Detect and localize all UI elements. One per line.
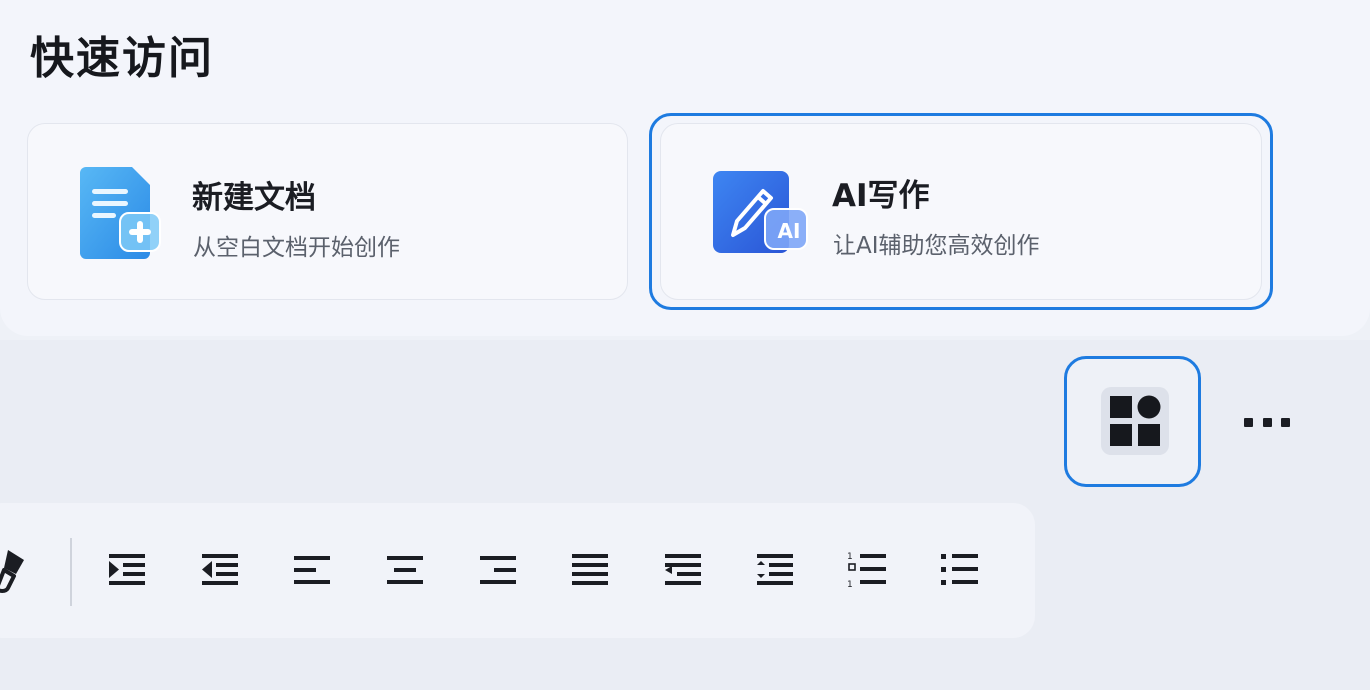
new-document-icon <box>80 167 161 259</box>
ai-writing-card-focus-ring: AI AI写作 让AI辅助您高效创作 <box>649 113 1273 310</box>
quick-access-panel: 快速访问 新建文档 从空白文档开始创作 AI AI写作 让AI辅助您高效创作 <box>0 0 1370 336</box>
apps-button-bg <box>1101 387 1169 455</box>
more-dot <box>1281 417 1290 427</box>
more-button[interactable] <box>1244 410 1290 434</box>
line-spacing-icon[interactable] <box>753 548 797 592</box>
align-left-icon[interactable] <box>290 548 334 592</box>
more-dot <box>1244 417 1253 427</box>
section-title: 快速访问 <box>30 33 214 84</box>
new-document-card[interactable]: 新建文档 从空白文档开始创作 <box>27 123 628 300</box>
numbered-list-icon[interactable]: 1 1 <box>846 548 890 592</box>
more-dot <box>1262 417 1272 427</box>
align-center-icon[interactable] <box>383 548 427 592</box>
new-document-title: 新建文档 <box>192 180 316 216</box>
apps-button[interactable] <box>1064 356 1201 487</box>
format-painter-icon[interactable] <box>0 548 34 594</box>
ai-writing-subtitle: 让AI辅助您高效创作 <box>833 233 1040 259</box>
decrease-indent-icon[interactable] <box>198 548 242 592</box>
ai-pen-icon <box>713 171 808 253</box>
svg-text:1: 1 <box>847 552 853 562</box>
ai-badge-label: AI <box>777 219 801 243</box>
apps-grid-icon <box>1110 395 1161 446</box>
increase-indent-icon[interactable] <box>105 548 149 592</box>
justify-icon[interactable] <box>568 548 612 592</box>
bulleted-list-icon[interactable] <box>938 548 982 592</box>
new-document-subtitle: 从空白文档开始创作 <box>193 235 400 261</box>
ai-writing-card[interactable]: AI AI写作 让AI辅助您高效创作 <box>660 123 1262 300</box>
align-right-icon[interactable] <box>476 548 520 592</box>
toolbar-divider <box>70 538 72 606</box>
ai-writing-title: AI写作 <box>832 178 930 214</box>
svg-text:1: 1 <box>847 580 853 590</box>
distributed-align-icon[interactable] <box>661 548 705 592</box>
